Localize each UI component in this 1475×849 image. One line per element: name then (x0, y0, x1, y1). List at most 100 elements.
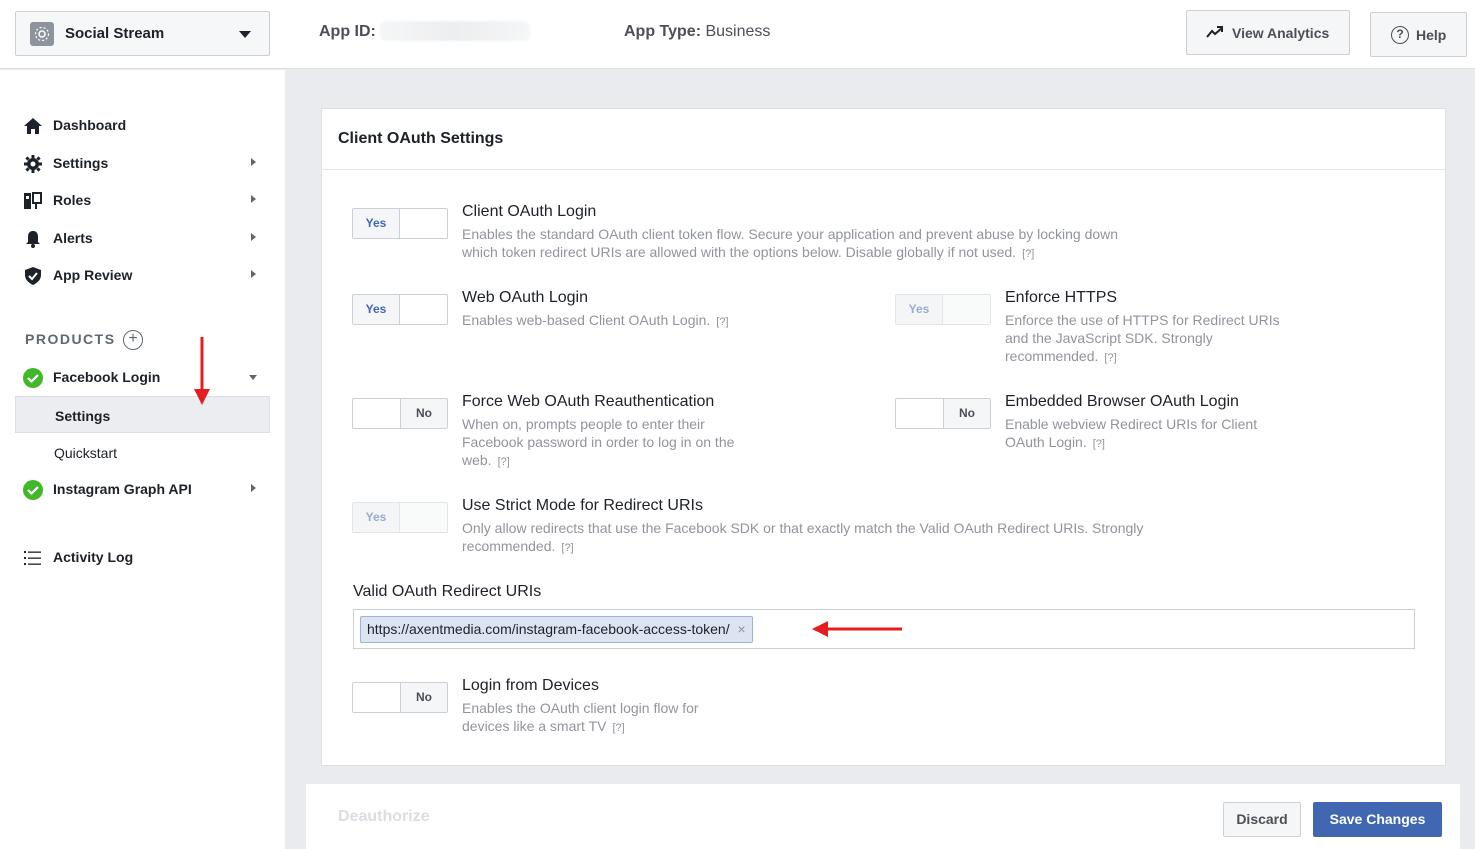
help-link[interactable]: [?] (612, 722, 624, 734)
card-title: Client OAuth Settings (338, 130, 504, 147)
annotation-arrow-down (194, 337, 210, 405)
check-circle-icon (23, 368, 43, 388)
sidebar: Dashboard Settings Roles Alerts App Revi… (0, 70, 285, 849)
view-analytics-button[interactable]: View Analytics (1186, 10, 1350, 55)
force-reauth-toggle[interactable]: No (352, 398, 448, 429)
client-oauth-login-toggle[interactable]: Yes (352, 208, 448, 239)
chevron-right-icon (251, 195, 256, 203)
help-button[interactable]: ? Help (1370, 12, 1467, 57)
option-description: Enable webview Redirect URIs for Client … (1005, 415, 1325, 453)
toggle-state: No (400, 399, 447, 428)
deauthorize-section-title: Deauthorize (338, 808, 430, 825)
option-description: When on, prompts people to enter their F… (462, 415, 782, 471)
help-link[interactable]: [?] (1022, 248, 1034, 260)
chevron-down-icon (249, 375, 257, 380)
help-link[interactable]: [?] (1093, 438, 1105, 450)
description-line: Enable webview Redirect URIs for Client (1005, 416, 1258, 432)
description-line: Enables web-based Client OAuth Login. (462, 312, 711, 328)
sidebar-item-label: Dashboard (53, 117, 127, 133)
sidebar-item-instagram-graph-api[interactable]: Instagram Graph API (15, 471, 270, 507)
sidebar-item-label: Instagram Graph API (53, 481, 192, 497)
sidebar-item-alerts[interactable]: Alerts (15, 220, 270, 256)
sidebar-item-app-review[interactable]: App Review (15, 257, 270, 293)
help-link[interactable]: [?] (498, 456, 510, 468)
redirect-uri-token[interactable]: https://axentmedia.com/instagram-faceboo… (360, 616, 753, 643)
sidebar-item-roles[interactable]: Roles (15, 182, 270, 218)
sidebar-item-activity-log[interactable]: Activity Log (15, 539, 270, 575)
redirect-uris-label: Valid OAuth Redirect URIs (353, 583, 542, 600)
sidebar-subitem-quickstart[interactable]: Quickstart (15, 434, 270, 471)
option-description: Enables the standard OAuth client token … (462, 225, 1182, 263)
description-line: and the JavaScript SDK. Strongly (1005, 330, 1213, 346)
top-bar: Social Stream App ID: App Type: Business… (0, 0, 1475, 69)
bottom-action-bar: Deauthorize Discard Save Changes (306, 784, 1460, 849)
sidebar-item-label: Settings (53, 155, 109, 171)
redirect-uri-text: https://axentmedia.com/instagram-faceboo… (367, 621, 730, 637)
remove-token-icon[interactable]: × (737, 617, 745, 642)
sidebar-item-dashboard[interactable]: Dashboard (15, 107, 270, 143)
option-title: Enforce HTTPS (1005, 289, 1118, 306)
description-line: Only allow redirects that use the Facebo… (462, 520, 1144, 536)
roles-icon (24, 192, 42, 209)
app-id-redacted (380, 21, 530, 41)
option-description: Enforce the use of HTTPS for Redirect UR… (1005, 311, 1325, 367)
option-title: Web OAuth Login (462, 289, 589, 306)
description-line: devices like a smart TV (462, 718, 607, 734)
description-line: recommended. (462, 538, 556, 554)
app-icon (30, 22, 54, 46)
description-line: Enables the standard OAuth client token … (462, 226, 1119, 242)
description-line: Enables the OAuth client login flow for (462, 700, 699, 716)
help-link[interactable]: [?] (561, 542, 573, 554)
chevron-right-icon (251, 158, 256, 166)
discard-button[interactable]: Discard (1223, 802, 1301, 837)
description-line: Facebook password in order to log in on … (462, 434, 735, 450)
chevron-right-icon (251, 270, 256, 278)
description-line: OAuth Login. (1005, 434, 1087, 450)
web-oauth-login-toggle[interactable]: Yes (352, 294, 448, 325)
description-line: which token redirect URIs are allowed wi… (462, 244, 1017, 260)
sidebar-item-label: Facebook Login (53, 369, 161, 385)
check-circle-icon (23, 480, 43, 500)
products-heading: PRODUCTS (25, 331, 116, 347)
sidebar-item-settings[interactable]: Settings (15, 145, 270, 181)
add-product-icon[interactable]: + (123, 330, 143, 350)
sidebar-item-facebook-login[interactable]: Facebook Login (15, 359, 270, 395)
option-title: Force Web OAuth Reauthentication (462, 393, 715, 410)
help-link[interactable]: [?] (716, 316, 728, 328)
app-name: Social Stream (65, 25, 165, 42)
help-label: Help (1416, 27, 1447, 43)
sidebar-subitem-label: Quickstart (54, 445, 118, 461)
app-selector[interactable]: Social Stream (15, 11, 270, 56)
help-link[interactable]: [?] (1104, 352, 1116, 364)
option-description: Enables web-based Client OAuth Login. [?] (462, 311, 822, 331)
embedded-browser-toggle[interactable]: No (895, 398, 991, 429)
sidebar-item-label: App Review (53, 267, 133, 283)
annotation-arrow-left (812, 621, 902, 637)
chevron-right-icon (251, 233, 256, 241)
list-icon (24, 551, 41, 565)
sidebar-subitem-settings[interactable]: Settings (15, 396, 270, 433)
shield-icon (25, 267, 41, 285)
sidebar-item-label: Activity Log (53, 549, 134, 565)
description-line: When on, prompts people to enter their (462, 416, 705, 432)
description-line: recommended. (1005, 348, 1099, 364)
trend-up-icon (1206, 26, 1223, 38)
save-changes-button[interactable]: Save Changes (1313, 802, 1442, 837)
caret-down-icon (239, 31, 251, 38)
view-analytics-label: View Analytics (1232, 25, 1330, 41)
option-title: Use Strict Mode for Redirect URIs (462, 497, 703, 514)
option-title: Login from Devices (462, 677, 599, 694)
enforce-https-toggle: Yes (895, 294, 991, 325)
strict-mode-toggle: Yes (352, 502, 448, 533)
login-from-devices-toggle[interactable]: No (352, 682, 448, 713)
toggle-state: Yes (353, 209, 400, 238)
card-header: Client OAuth Settings (322, 109, 1445, 170)
toggle-state: No (943, 399, 990, 428)
toggle-state: Yes (353, 295, 400, 324)
description-line: web. (462, 452, 492, 468)
home-icon (24, 118, 42, 134)
bell-icon (26, 231, 40, 248)
option-description: Only allow redirects that use the Facebo… (462, 519, 1222, 557)
app-type-value: Business (705, 23, 771, 40)
gear-icon (24, 155, 42, 173)
